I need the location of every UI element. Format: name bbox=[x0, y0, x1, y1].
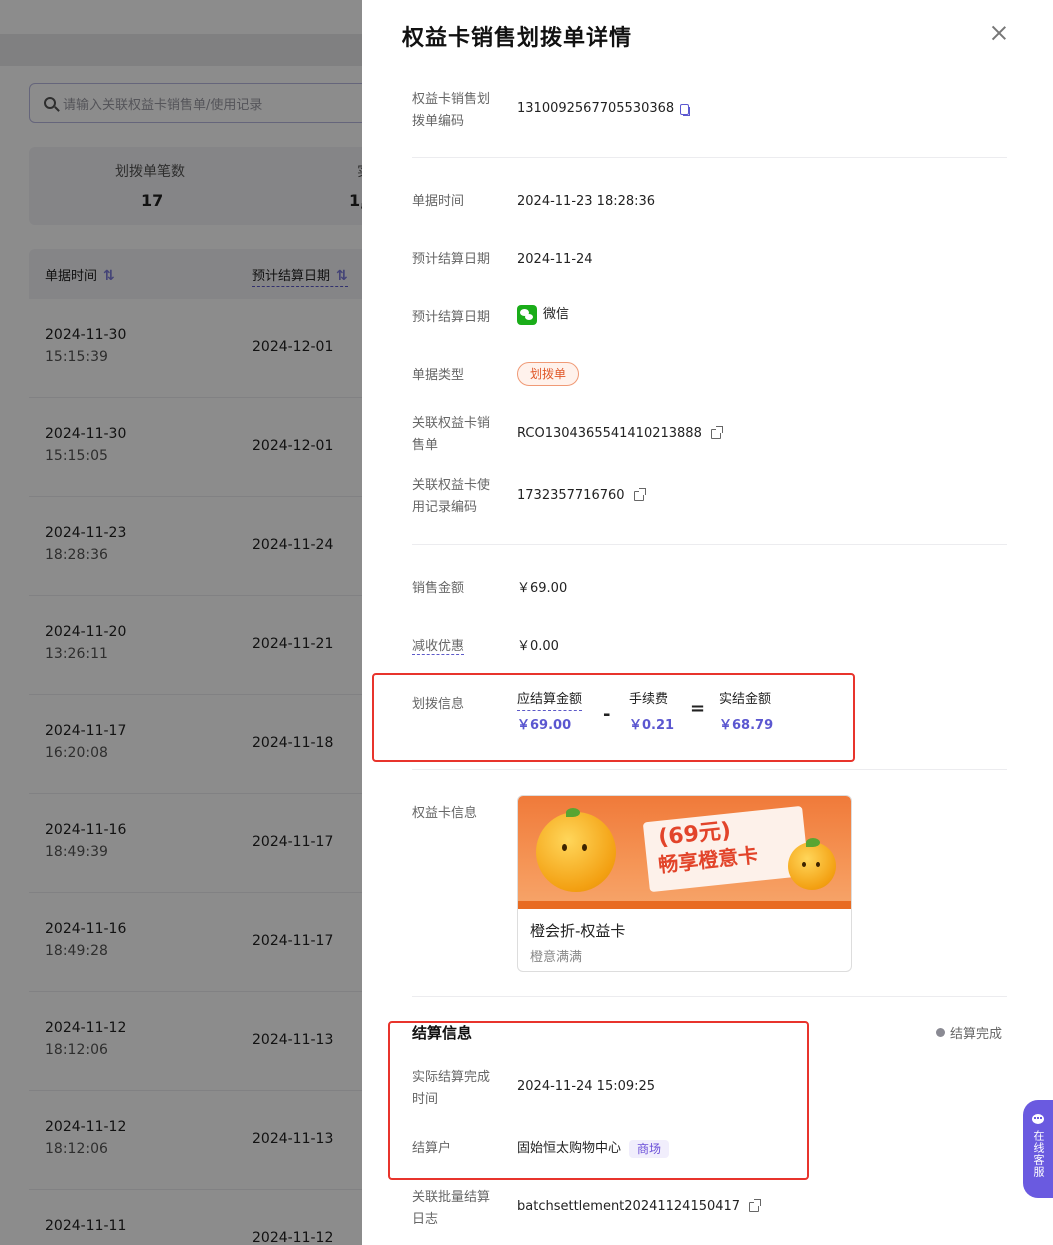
highlight-box-settlement bbox=[388, 1021, 809, 1180]
divider bbox=[412, 769, 1007, 770]
field-value: 2024-11-24 bbox=[517, 252, 593, 267]
divider bbox=[412, 157, 1007, 158]
status-dot-icon bbox=[936, 1028, 945, 1037]
online-service-button[interactable]: 在线客服 bbox=[1023, 1100, 1053, 1198]
field-value: ￥69.00 bbox=[517, 581, 568, 596]
orange-mascot-icon bbox=[536, 808, 616, 892]
wechat-icon bbox=[517, 305, 537, 325]
banner-base bbox=[518, 901, 851, 909]
usage-record-link[interactable]: 1732357716760 bbox=[517, 485, 625, 507]
external-link-icon[interactable] bbox=[633, 488, 646, 501]
divider bbox=[412, 544, 1007, 545]
field-label: 关联权益卡使用记录编码 bbox=[412, 478, 491, 515]
card-preview[interactable]: (69元) 畅享橙意卡 橙会折-权益卡 橙意满满 bbox=[517, 795, 852, 972]
field-label: 单据时间 bbox=[412, 194, 465, 209]
field-label: 销售金额 bbox=[412, 581, 465, 596]
field-value[interactable]: RCO1304365541410213888 bbox=[517, 423, 723, 445]
status-text: 结算完成 bbox=[950, 1027, 1003, 1042]
divider bbox=[412, 996, 1007, 997]
drawer-title: 权益卡销售划拨单详情 bbox=[402, 26, 633, 51]
field-value: 划拨单 bbox=[517, 362, 580, 386]
field-value: 微信 bbox=[517, 304, 569, 326]
highlight-box-transfer bbox=[372, 673, 855, 762]
field-label: 权益卡信息 bbox=[412, 806, 478, 821]
channel-value: 微信 bbox=[543, 307, 570, 322]
external-link-icon[interactable] bbox=[710, 426, 723, 439]
orange-mascot-small-icon bbox=[788, 838, 836, 890]
online-service-label: 在线客服 bbox=[1032, 1130, 1045, 1178]
card-banner-image: (69元) 畅享橙意卡 bbox=[518, 796, 851, 909]
field-value: 2024-11-23 18:28:36 bbox=[517, 194, 656, 209]
chat-bubble-icon bbox=[1032, 1114, 1044, 1124]
card-subtitle: 橙意满满 bbox=[530, 950, 583, 965]
code-value: 1310092567705530368 bbox=[517, 101, 675, 116]
field-label[interactable]: 减收优惠 bbox=[412, 636, 500, 658]
field-value[interactable]: 1732357716760 bbox=[517, 485, 646, 507]
field-value: ￥0.00 bbox=[517, 639, 559, 654]
doc-type-tag: 划拨单 bbox=[517, 362, 580, 386]
field-value[interactable]: batchsettlement20241124150417 bbox=[517, 1196, 762, 1218]
external-link-icon[interactable] bbox=[749, 1199, 762, 1212]
field-label: 关联权益卡销售单 bbox=[412, 416, 491, 453]
detail-drawer: 权益卡销售划拨单详情 权益卡销售划拨单编码 131009256770553036… bbox=[362, 0, 1053, 1245]
field-label: 关联批量结算日志 bbox=[412, 1190, 491, 1227]
field-label: 预计结算日期 bbox=[412, 252, 491, 267]
field-label: 预计结算日期 bbox=[412, 310, 491, 325]
field-label: 权益卡销售划拨单编码 bbox=[412, 92, 491, 129]
batch-log-link[interactable]: batchsettlement20241124150417 bbox=[517, 1196, 740, 1218]
sale-order-link[interactable]: RCO1304365541410213888 bbox=[517, 423, 702, 445]
field-label: 单据类型 bbox=[412, 368, 465, 383]
card-name: 橙会折-权益卡 bbox=[530, 922, 626, 940]
close-icon[interactable] bbox=[988, 22, 1010, 44]
field-value: 1310092567705530368 bbox=[517, 98, 691, 120]
copy-icon[interactable] bbox=[680, 103, 691, 116]
discount-label[interactable]: 减收优惠 bbox=[412, 639, 465, 655]
settlement-status: 结算完成 bbox=[936, 1023, 1002, 1042]
